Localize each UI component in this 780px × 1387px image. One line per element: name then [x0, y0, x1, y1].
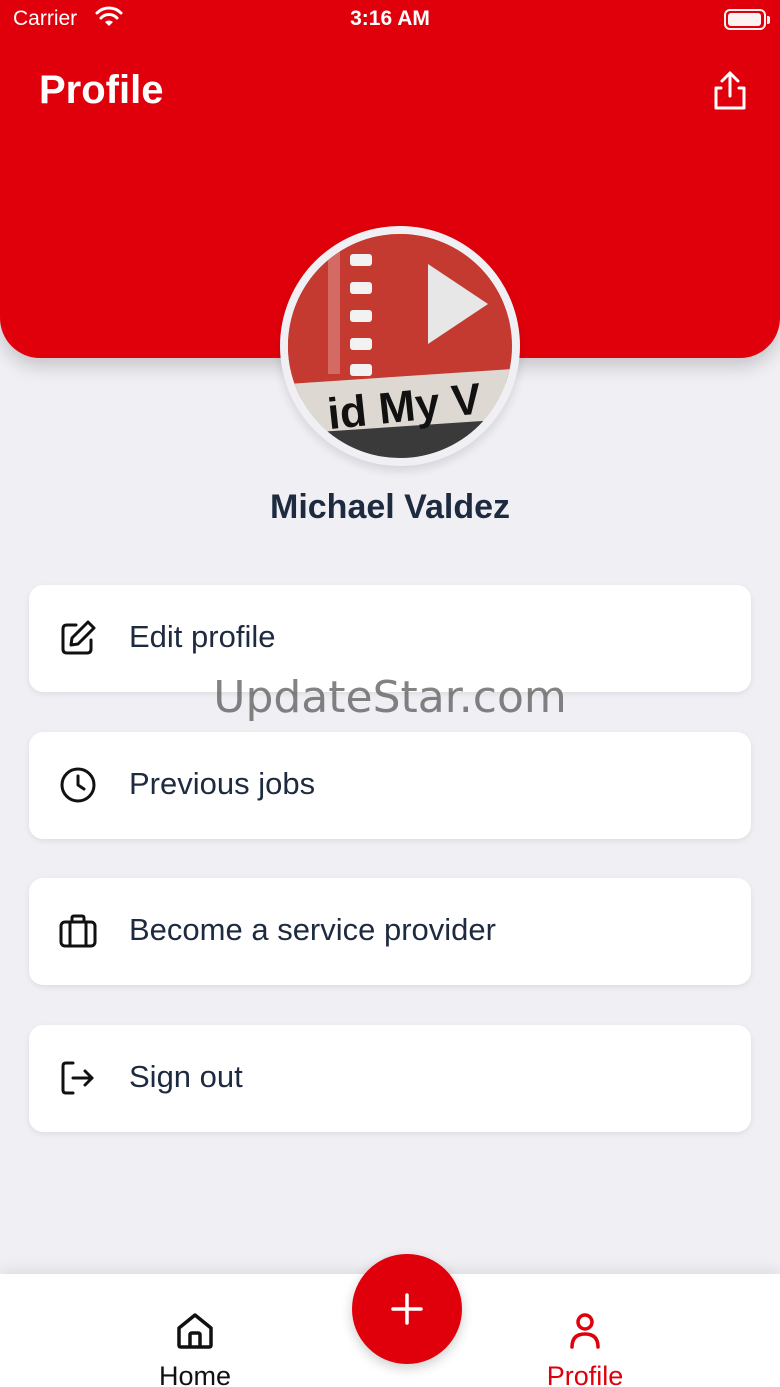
- page-title: Profile: [39, 68, 164, 112]
- edit-profile-button[interactable]: Edit profile: [29, 585, 751, 692]
- home-icon: [177, 1313, 213, 1349]
- status-time: 3:16 AM: [350, 7, 430, 30]
- avatar-image: id My V: [288, 234, 512, 458]
- tab-profile-label: Profile: [546, 1361, 624, 1387]
- tab-profile[interactable]: Profile: [505, 1274, 665, 1387]
- edit-profile-label: Edit profile: [129, 619, 276, 654]
- become-service-provider-button[interactable]: Become a service provider: [29, 878, 751, 985]
- user-name: Michael Valdez: [270, 488, 510, 526]
- add-button[interactable]: [352, 1254, 462, 1364]
- sign-out-icon: [61, 1061, 94, 1095]
- edit-icon: [61, 620, 96, 655]
- tab-home-label: Home: [158, 1361, 232, 1387]
- clock-icon: [60, 767, 96, 803]
- become-service-provider-label: Become a service provider: [129, 912, 496, 947]
- status-bar: Carrier 3:16 AM: [0, 0, 780, 40]
- profile-screen: Carrier 3:16 AM Profile id My V Michael …: [0, 0, 780, 1387]
- previous-jobs-button[interactable]: Previous jobs: [29, 732, 751, 839]
- plus-icon: [391, 1293, 423, 1325]
- person-icon: [570, 1313, 600, 1349]
- sign-out-label: Sign out: [129, 1059, 243, 1094]
- previous-jobs-label: Previous jobs: [129, 766, 316, 801]
- share-button[interactable]: [708, 68, 752, 114]
- sign-out-button[interactable]: Sign out: [29, 1025, 751, 1132]
- briefcase-icon: [59, 914, 97, 948]
- battery-icon: [724, 9, 770, 30]
- share-icon: [714, 71, 746, 110]
- tab-home[interactable]: Home: [115, 1274, 275, 1387]
- avatar[interactable]: id My V: [280, 226, 520, 466]
